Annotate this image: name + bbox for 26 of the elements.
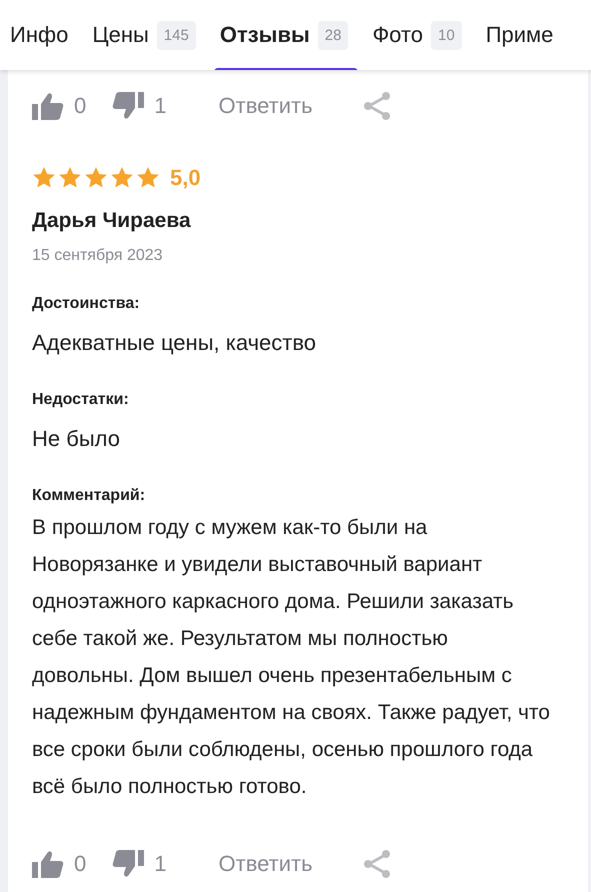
tab[interactable]: Фото 10 <box>372 0 462 70</box>
count-badge: 145 <box>156 20 196 50</box>
section-text: Адекватные цены, качество <box>32 329 318 357</box>
like-count: 0 <box>74 93 86 119</box>
thumbs-up-icon[interactable] <box>32 92 64 120</box>
author-name: Дарья Чираева <box>32 209 192 233</box>
count-badge: 28 <box>318 20 348 50</box>
thumbs-up-icon[interactable] <box>32 850 64 878</box>
like-count: 0 <box>74 851 86 877</box>
tab[interactable]: Приме <box>486 0 554 70</box>
share-icon[interactable] <box>362 92 391 120</box>
dislike-count: 1 <box>154 93 166 119</box>
tab[interactable]: Инфо <box>10 0 68 70</box>
section-label: Достоинства: <box>32 295 141 313</box>
thumbs-down-icon[interactable] <box>112 92 144 120</box>
section-label: Недостатки: <box>32 391 130 409</box>
tab[interactable]: Цены 145 <box>92 0 196 70</box>
share-icon[interactable] <box>362 850 391 878</box>
rating-value: 5,0 <box>170 165 201 191</box>
comment-text: В прошлом году с мужем как-то были на Новорязанке и увидели выставочный вариант одноэтажного каркасного дома. Решили заказать себе такой же. Результатом мы полностью довольны. Дом вышел очень презентабельным с надежным фундаментом на своях. Также радует, что все сроки были соблюдены, осенью прошлого года всё было полностью готово. <box>32 515 551 800</box>
section-text: Не было <box>32 425 121 453</box>
dislike-count: 1 <box>154 851 166 877</box>
review-date: 15 сентября 2023 <box>32 247 164 265</box>
section-label: Комментарий: <box>32 487 146 505</box>
thumbs-down-icon[interactable] <box>112 850 144 878</box>
count-badge: 10 <box>431 20 462 50</box>
